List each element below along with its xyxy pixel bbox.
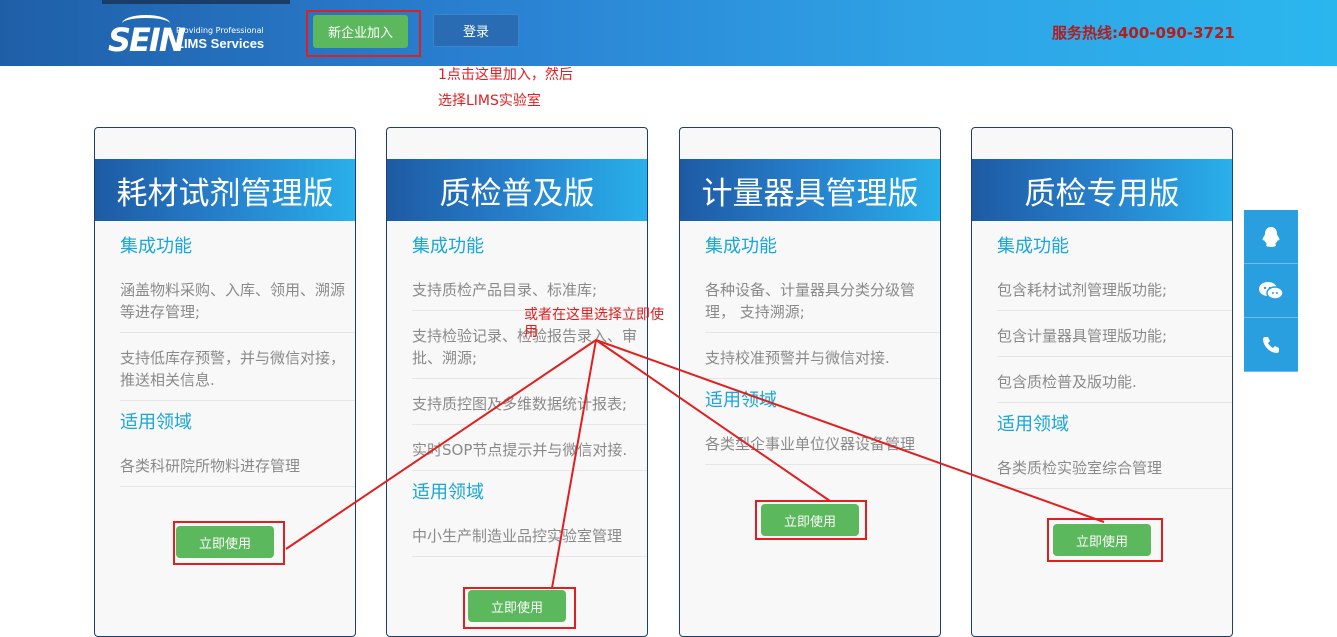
domain-heading: 适用领域 [120, 412, 192, 433]
domain-heading: 适用领域 [997, 414, 1069, 435]
annotation-note-use: 或者在这里选择立即使 用 [524, 307, 664, 341]
feature-item: 实时SOP节点提示并与微信对接. [412, 433, 647, 471]
card-metering: 计量器具管理版 集成功能 各种设备、计量器具分类分级管理， 支持溯源; 支持校准… [679, 127, 941, 637]
feature-item: 包含计量器具管理版功能; [997, 319, 1232, 357]
features-heading: 集成功能 [120, 236, 192, 257]
feature-item: 涵盖物料采购、入库、领用、溯源等进存管理; [120, 273, 355, 333]
features-heading: 集成功能 [412, 236, 484, 257]
domain-item: 各类型企事业单位仪器设备管理 [705, 427, 940, 465]
logo-service: LIMS Services [176, 36, 265, 51]
annotation-note-line: 1点击这里加入，然后 [438, 67, 573, 83]
annotation-box-use-1 [173, 521, 285, 565]
domain-heading: 适用领域 [412, 482, 484, 503]
feature-item: 支持校准预警并与微信对接. [705, 341, 940, 379]
domain-item: 中小生产制造业品控实验室管理 [412, 519, 647, 557]
logo-tagline: Providing Professional [176, 26, 264, 35]
feature-item: 各种设备、计量器具分类分级管理， 支持溯源; [705, 273, 940, 333]
features-heading: 集成功能 [997, 236, 1069, 257]
sein-logo[interactable]: SEIN Providing Professional LIMS Service… [108, 13, 278, 59]
top-header: SEIN Providing Professional LIMS Service… [0, 0, 1337, 66]
header-accent-bar [102, 0, 290, 4]
annotation-note-join: 1点击这里加入，然后 选择LIMS实验室 [438, 62, 573, 114]
wechat-icon[interactable] [1244, 264, 1298, 318]
feature-item: 包含耗材试剂管理版功能; [997, 273, 1232, 311]
card-qc-basic: 质检普及版 集成功能 支持质检产品目录、标准库; 支持检验记录、检验报告录入、审… [386, 127, 648, 637]
feature-item: 包含质检普及版功能. [997, 365, 1232, 403]
annotation-note-line: 选择LIMS实验室 [438, 93, 541, 109]
annotation-box-use-2 [463, 587, 576, 629]
card-title: 耗材试剂管理版 [95, 159, 355, 221]
side-contact-bar [1244, 210, 1298, 372]
qq-icon[interactable] [1244, 210, 1298, 264]
feature-item: 支持质检产品目录、标准库; [412, 273, 647, 311]
annotation-note-line: 用 [524, 324, 538, 340]
card-title: 质检专用版 [972, 159, 1232, 221]
feature-item: 支持质控图及多维数据统计报表; [412, 387, 647, 425]
features-heading: 集成功能 [705, 236, 777, 257]
card-title: 计量器具管理版 [680, 159, 940, 221]
feature-item: 支持低库存预警，并与微信对接，推送相关信息. [120, 341, 355, 401]
login-button[interactable]: 登录 [433, 14, 519, 47]
card-title: 质检普及版 [387, 159, 647, 221]
annotation-box-use-4 [1047, 518, 1163, 562]
domain-item: 各类科研院所物料进存管理 [120, 449, 355, 487]
logo-text: SEIN [108, 21, 186, 59]
domain-item: 各类质检实验室综合管理 [997, 451, 1232, 489]
phone-icon[interactable] [1244, 318, 1298, 372]
annotation-box-join [306, 10, 421, 57]
annotation-box-use-3 [755, 500, 867, 540]
annotation-note-line: 或者在这里选择立即使 [524, 307, 664, 323]
domain-heading: 适用领域 [705, 390, 777, 411]
service-hotline: 服务热线:400-090-3721 [1052, 24, 1235, 42]
